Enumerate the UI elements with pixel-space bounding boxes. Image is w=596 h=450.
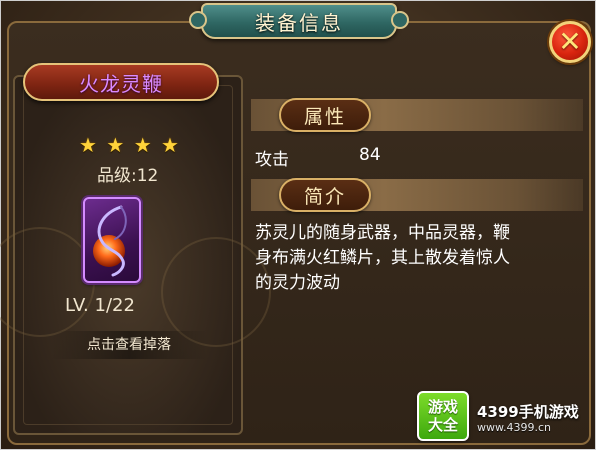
attribute-row: 攻击 84	[255, 145, 575, 170]
page-title: 装备信息	[255, 10, 343, 35]
star-icon: ★	[106, 133, 125, 157]
title-ornament-left	[189, 11, 207, 29]
attributes-header: 属性	[279, 98, 371, 132]
description-line: 身布满火红鳞片，其上散发着惊人	[255, 248, 510, 268]
title-ornament-right	[391, 11, 409, 29]
info-panel: 属性 攻击 84 简介 苏灵儿的随身武器，中品灵器，鞭 身布满火红鳞片，其上散发…	[251, 87, 583, 417]
description-line: 的灵力波动	[255, 273, 340, 293]
star-icon: ★	[161, 133, 179, 157]
close-x-icon[interactable]: ✕	[558, 28, 581, 56]
watermark-logo-bottom: 大全	[427, 416, 458, 434]
item-grade: 品级:12	[97, 166, 159, 186]
watermark: 游戏 大全 4399手机游戏 www.4399.cn	[417, 391, 595, 445]
attribute-value: 84	[359, 145, 381, 165]
attribute-name: 攻击	[255, 150, 289, 170]
item-description: 苏灵儿的随身武器，中品灵器，鞭 身布满火红鳞片，其上散发着惊人 的灵力波动	[255, 221, 577, 296]
watermark-url: www.4399.cn	[477, 421, 551, 434]
intro-header: 简介	[279, 178, 371, 212]
attributes-section-bar: 属性	[251, 98, 583, 132]
fire-whip-icon[interactable]	[83, 197, 141, 283]
watermark-name: 4399手机游戏	[477, 403, 579, 421]
attributes-header-label: 属性	[303, 105, 346, 128]
title-tab: 装备信息	[189, 3, 409, 39]
description-line: 苏灵儿的随身武器，中品灵器，鞭	[255, 223, 510, 243]
item-level: LV. 1/22	[65, 295, 135, 316]
watermark-logo: 游戏 大全	[417, 391, 469, 441]
intro-section-bar: 简介	[251, 178, 583, 212]
star-icon: ★	[133, 133, 152, 157]
view-drop-button[interactable]: 点击查看掉落	[51, 331, 207, 359]
star-icon: ★	[79, 133, 97, 157]
watermark-logo-top: 游戏	[427, 398, 458, 416]
close-button[interactable]: ✕	[549, 21, 591, 63]
item-stars: ★ ★ ★ ★	[79, 135, 179, 157]
game-screen: 装备信息 ✕ 火龙灵鞭 ★ ★ ★ ★ 品级:12 LV. 1/22 点击查看掉…	[0, 0, 596, 450]
item-name-banner: 火龙灵鞭	[23, 63, 219, 101]
item-name: 火龙灵鞭	[79, 71, 163, 96]
intro-header-label: 简介	[303, 185, 346, 208]
